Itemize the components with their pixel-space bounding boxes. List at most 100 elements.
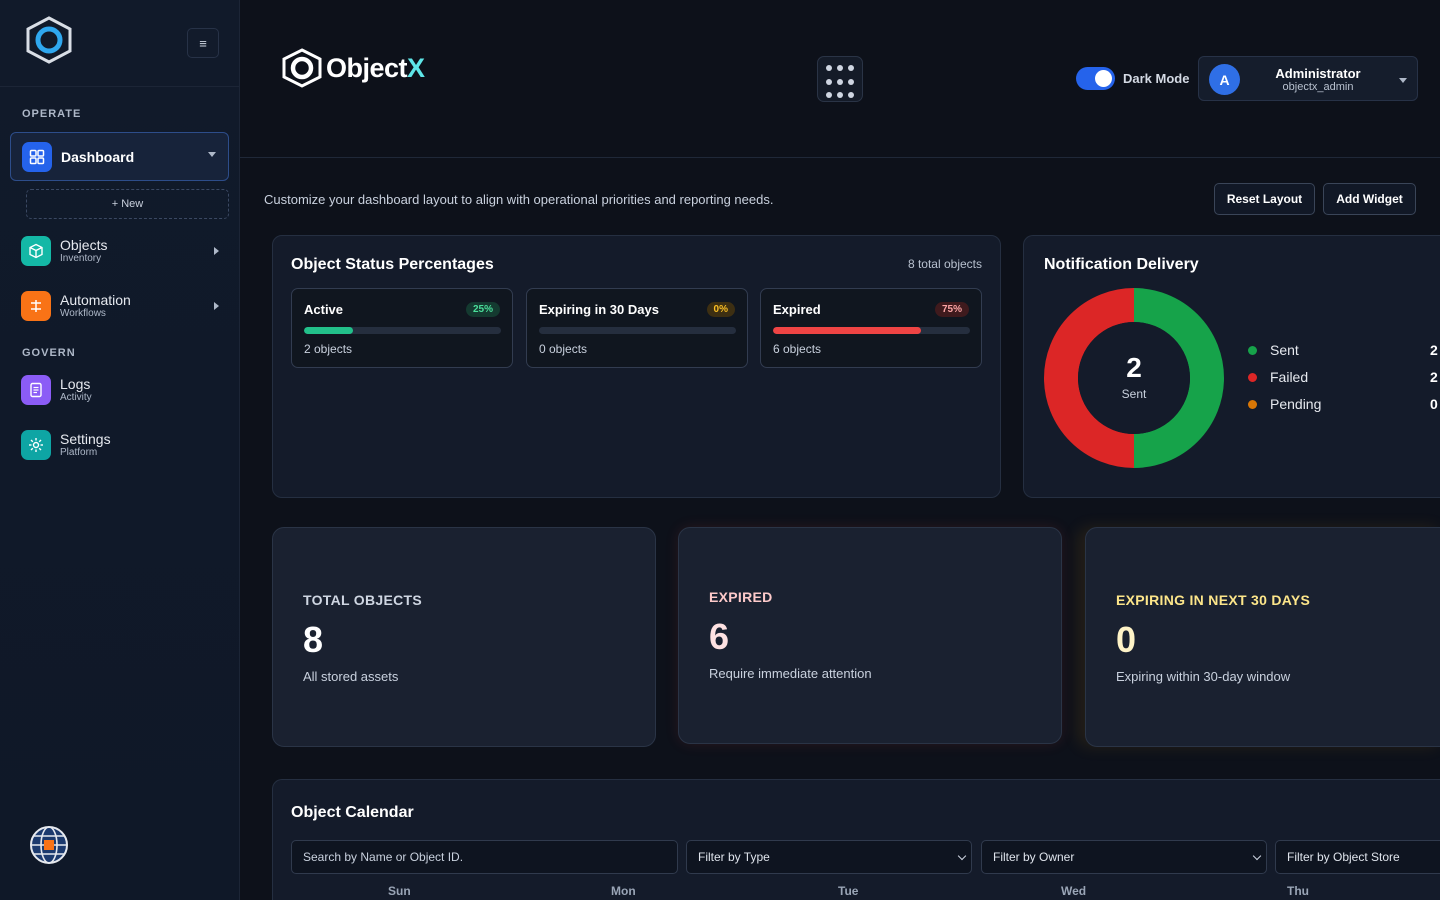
status-badge: 75% [934,302,969,317]
select-value: Filter by Owner [993,850,1075,864]
progress-bar [773,327,970,334]
sidebar-item-label: Logs [60,375,91,392]
legend-label: Failed [1270,369,1309,385]
gear-icon [21,430,51,460]
select-value: Filter by Object Store [1287,850,1400,864]
legend-value: 2 [1430,342,1438,358]
app-launcher-button[interactable] [817,56,863,102]
logo-icon [282,48,322,88]
sidebar: ≡ OPERATE Dashboard + New Objects Invent… [0,0,240,900]
kpi-label: EXPIRING IN NEXT 30 DAYS [1116,592,1311,608]
user-menu[interactable]: A Administrator objectx_admin [1198,56,1418,101]
status-count: 0 objects [539,342,588,356]
sidebar-item-label: Dashboard [61,148,135,165]
user-id: objectx_admin [1282,81,1354,93]
chevron-down-icon [957,851,967,861]
kpi-value: 8 [303,619,324,660]
cube-icon [21,236,51,266]
status-name: Expired [773,302,821,317]
day-header: Mon [611,884,636,898]
progress-fill [773,327,921,334]
legend-value: 0 [1430,396,1438,412]
legend-item-pending: Pending [1248,396,1321,412]
kpi-expiring[interactable]: EXPIRING IN NEXT 30 DAYS 0 Expiring with… [1085,527,1440,747]
sidebar-item-label: Settings [60,430,111,447]
kpi-subtitle: All stored assets [303,669,399,684]
panel-title: Notification Delivery [1044,256,1199,273]
legend-label: Sent [1270,342,1299,358]
menu-toggle-button[interactable]: ≡ [187,28,219,58]
total-objects-count: 8 total objects [907,257,982,271]
filter-type-select[interactable]: Filter by Type [686,840,972,874]
progress-fill [304,327,354,334]
status-card-active[interactable]: Active 25% 2 objects [291,288,513,368]
progress-bar [539,327,736,334]
globe-icon[interactable] [29,825,69,865]
sidebar-item-sublabel: Platform [60,446,98,458]
kpi-subtitle: Expiring within 30-day window [1116,669,1291,684]
day-header: Wed [1061,884,1087,898]
new-dashboard-button[interactable]: + New [26,189,229,219]
notification-panel: Notification Delivery 2 Sent Sent 2 Fail… [1023,235,1440,498]
day-header: Sun [388,884,411,898]
user-name: Administrator [1275,66,1361,81]
menu-icon: ≡ [199,35,207,51]
chevron-down-icon [208,152,216,157]
filter-owner-select[interactable]: Filter by Owner [981,840,1267,874]
dark-mode-toggle[interactable] [1076,67,1115,90]
top-header: ObjectX Dark Mode A Administrator object… [240,0,1440,158]
legend-item-failed: Failed [1248,369,1308,385]
add-widget-button[interactable]: Add Widget [1323,183,1416,215]
status-name: Active [304,302,344,317]
select-value: Filter by Type [698,850,770,864]
sidebar-item-dashboard[interactable]: Dashboard [10,132,229,181]
panel-title: Object Status Percentages [291,256,494,273]
status-card-expired[interactable]: Expired 75% 6 objects [760,288,982,368]
kpi-total-objects[interactable]: TOTAL OBJECTS 8 All stored assets [272,527,656,747]
chevron-down-icon [1399,78,1407,83]
legend-label: Pending [1270,396,1322,412]
kpi-expired[interactable]: EXPIRED 6 Require immediate attention [678,527,1062,744]
day-header: Tue [838,884,859,898]
kpi-subtitle: Require immediate attention [709,666,872,681]
sidebar-item-logs[interactable]: Logs Activity [21,373,221,407]
avatar: A [1209,64,1240,95]
status-badge: 25% [465,302,500,317]
status-card-expiring[interactable]: Expiring in 30 Days 0% 0 objects [526,288,748,368]
log-icon [21,375,51,405]
legend-value: 2 [1430,369,1438,385]
sidebar-item-objects[interactable]: Objects Inventory [21,234,221,268]
day-header: Thu [1287,884,1309,898]
status-badge: 0% [706,302,735,317]
filter-store-select[interactable]: Filter by Object Store [1275,840,1440,874]
status-count: 6 objects [773,342,822,356]
logo-icon[interactable] [24,16,74,64]
kpi-label: TOTAL OBJECTS [303,592,423,608]
chevron-right-icon [214,247,219,255]
status-name: Expiring in 30 Days [539,302,659,317]
section-govern: GOVERN [22,347,76,359]
brand-logo[interactable]: ObjectX [280,48,425,88]
kpi-value: 6 [709,616,730,657]
sidebar-item-label: Objects [60,236,108,253]
sidebar-item-settings[interactable]: Settings Platform [21,428,221,462]
legend-dot [1248,399,1257,409]
object-status-panel: Object Status Percentages 8 total object… [272,235,1001,498]
sidebar-header: ≡ [0,0,239,87]
dashboard-icon [22,141,52,172]
intro-text: Customize your dashboard layout to align… [264,192,774,207]
sidebar-item-sublabel: Workflows [60,307,106,319]
chevron-down-icon [1252,851,1262,861]
sidebar-item-label: Automation [60,291,131,308]
legend-dot [1248,372,1257,382]
dark-mode-label: Dark Mode [1123,71,1190,86]
legend-item-sent: Sent [1248,342,1299,358]
workflow-icon [21,291,51,321]
panel-title: Object Calendar [291,804,414,821]
sidebar-item-sublabel: Activity [60,391,92,403]
reset-layout-button[interactable]: Reset Layout [1214,183,1315,215]
calendar-search-input[interactable]: Search by Name or Object ID. [291,840,678,874]
progress-bar [304,327,501,334]
chevron-right-icon [214,302,219,310]
sidebar-item-automation[interactable]: Automation Workflows [21,289,221,323]
